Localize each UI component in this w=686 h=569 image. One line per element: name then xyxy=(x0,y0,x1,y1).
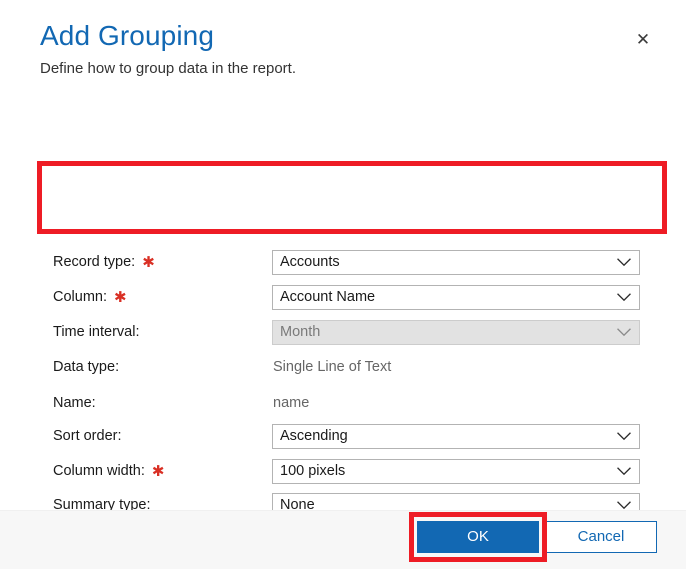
label-data-type: Data type: xyxy=(53,357,119,377)
control-wrap-name: name xyxy=(272,393,640,413)
control-wrap-time-interval: Month xyxy=(272,319,640,345)
form-row-column-width: Column width: ✱ 100 pixels xyxy=(0,456,686,486)
ok-button[interactable]: OK xyxy=(417,521,539,553)
label-text: Sort order: xyxy=(53,428,122,444)
label-text: Record type: xyxy=(53,254,136,270)
dialog-subtitle: Define how to group data in the report. xyxy=(40,60,296,77)
record-type-dropdown[interactable]: Accounts xyxy=(272,249,640,275)
label-column: Column: ✱ xyxy=(53,287,127,307)
label-column-width: Column width: ✱ xyxy=(53,461,164,481)
chevron-down-icon xyxy=(609,466,639,476)
control-wrap-column-width: 100 pixels xyxy=(272,458,640,484)
column-width-dropdown[interactable]: 100 pixels xyxy=(272,458,640,484)
required-asterisk-icon: ✱ xyxy=(114,288,127,306)
chevron-down-icon xyxy=(609,292,639,302)
chevron-down-icon xyxy=(609,257,639,267)
sort-order-value: Ascending xyxy=(280,428,348,444)
required-asterisk-icon: ✱ xyxy=(142,253,155,271)
column-dropdown[interactable]: Account Name xyxy=(272,284,640,310)
add-grouping-dialog: Add Grouping Define how to group data in… xyxy=(0,0,686,569)
form-row-record-type: Record type: ✱ Accounts xyxy=(0,247,686,277)
control-wrap-sort-order: Ascending xyxy=(272,423,640,449)
name-readonly-value: name xyxy=(273,395,310,411)
form-row-sort-order: Sort order: Ascending xyxy=(0,421,686,451)
label-record-type: Record type: ✱ xyxy=(53,252,155,272)
sort-order-dropdown[interactable]: Ascending xyxy=(272,423,640,449)
dialog-body: Record type: ✱ Accounts Column: ✱ Account Nam… xyxy=(0,80,686,569)
label-text: Column width: xyxy=(53,463,145,479)
label-name: Name: xyxy=(53,393,96,413)
page-title: Add Grouping xyxy=(40,20,214,51)
control-wrap-record-type: Accounts xyxy=(272,249,640,275)
chevron-down-icon xyxy=(609,500,639,510)
time-interval-value: Month xyxy=(280,324,321,340)
form-row-time-interval: Time interval: Month xyxy=(0,317,686,347)
cancel-button[interactable]: Cancel xyxy=(545,521,657,553)
label-time-interval: Time interval: xyxy=(53,322,139,342)
record-type-value: Accounts xyxy=(280,254,340,270)
dialog-header: Add Grouping Define how to group data in… xyxy=(0,0,686,80)
data-type-readonly-value: Single Line of Text xyxy=(273,359,392,375)
form-row-column: Column: ✱ Account Name xyxy=(0,282,686,312)
label-text: Time interval: xyxy=(53,324,140,340)
chevron-down-icon xyxy=(609,431,639,441)
chevron-down-icon xyxy=(609,327,639,337)
control-wrap-data-type: Single Line of Text xyxy=(272,357,640,377)
column-value: Account Name xyxy=(280,289,376,305)
control-wrap-column: Account Name xyxy=(272,284,640,310)
form-row-data-type: Data type: Single Line of Text xyxy=(0,352,686,382)
required-asterisk-icon: ✱ xyxy=(151,462,165,480)
time-interval-dropdown: Month xyxy=(272,319,640,345)
close-button[interactable]: ✕ xyxy=(628,25,658,55)
label-text: Name: xyxy=(53,395,96,411)
column-width-value: 100 pixels xyxy=(280,463,346,479)
label-text: Data type: xyxy=(53,359,120,375)
label-text: Column: xyxy=(53,289,107,305)
form-row-name: Name: name xyxy=(0,388,686,418)
label-sort-order: Sort order: xyxy=(53,426,122,446)
close-icon: ✕ xyxy=(635,29,651,50)
